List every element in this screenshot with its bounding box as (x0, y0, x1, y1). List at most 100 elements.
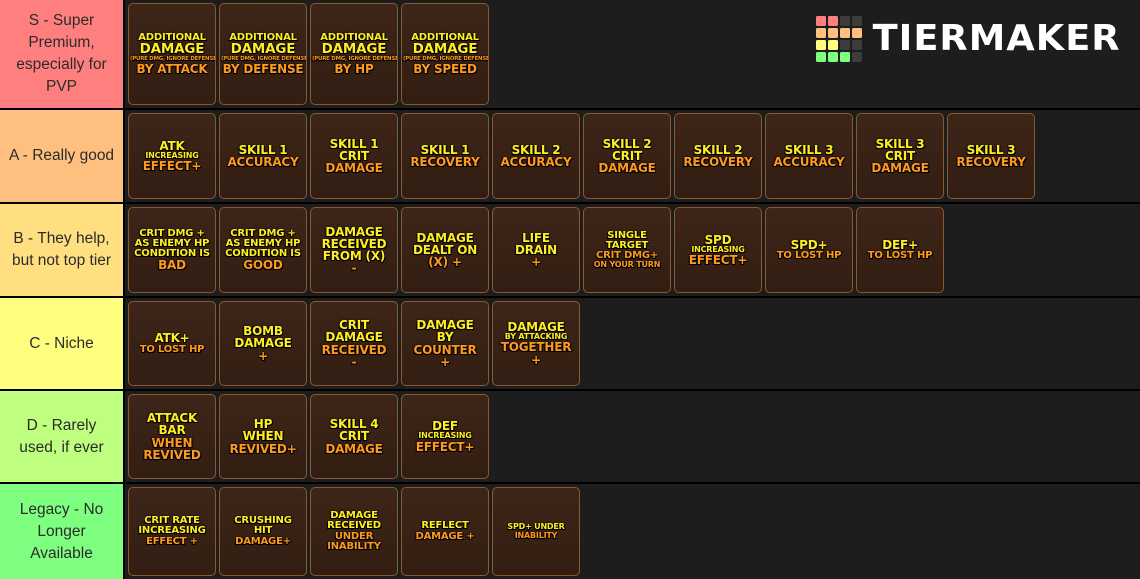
card-line: RECOVERY (410, 155, 480, 169)
card-line: BY (436, 330, 454, 345)
logo-cell-13 (827, 52, 838, 62)
tier-card[interactable]: BOMB DAMAGE + (219, 301, 307, 386)
card-line: RECOVERY (683, 155, 753, 169)
logo-cell-6 (839, 28, 850, 38)
tier-card[interactable]: LIFE DRAIN + (492, 207, 580, 293)
tier-row: C - Niche ATK+ TO LOST HP BOMB DAMAGE + CRIT DA… (0, 298, 1140, 391)
card-line: INABILITY (514, 530, 558, 540)
tier-card[interactable]: CRIT DMG + AS ENEMY HP CONDITION IS BAD (128, 207, 216, 293)
tier-card[interactable]: DAMAGE DEALT ON (X) + (401, 207, 489, 293)
tier-card[interactable]: ADDITIONAL DAMAGE (PURE DMG, IGNORE DEFENS… (219, 3, 307, 105)
tier-card[interactable]: SINGLE TARGET CRIT DMG+ ON YOUR TURN (583, 207, 671, 293)
tier-card[interactable]: SPD+ TO LOST HP (765, 207, 853, 293)
tier-card[interactable]: DAMAGE RECEIVED FROM (X) - (310, 207, 398, 293)
tier-card[interactable]: DEF INCREASING EFFECT+ (401, 394, 489, 479)
card-line: TOGETHER (500, 340, 572, 355)
tier-label[interactable]: B - They help, but not top tier (0, 204, 125, 296)
tier-label[interactable]: C - Niche (0, 298, 125, 389)
card-line: CRIT (339, 429, 369, 444)
card-line: BY SPEED (413, 61, 477, 76)
tier-card[interactable]: SPD+ UNDER INABILITY (492, 487, 580, 576)
card-line: WHEN (242, 429, 284, 444)
card-line: (X) + (428, 255, 462, 270)
tier-card[interactable]: DEF+ TO LOST HP (856, 207, 944, 293)
tier-card[interactable]: ADDITIONAL DAMAGE (PURE DMG, IGNORE DEFENS… (401, 3, 489, 105)
tier-card[interactable]: SKILL 3 ACCURACY (765, 113, 853, 199)
tier-card[interactable]: ATTACK BAR WHEN REVIVED (128, 394, 216, 479)
tier-card[interactable]: SKILL 1 ACCURACY (219, 113, 307, 199)
tier-card[interactable]: ATK INCREASING EFFECT+ (128, 113, 216, 199)
logo-cell-14 (839, 52, 850, 62)
card-line: DAMAGE (325, 161, 383, 176)
tier-card[interactable]: ATK+ TO LOST HP (128, 301, 216, 386)
tier-label[interactable]: A - Really good (0, 110, 125, 202)
tier-card[interactable]: REFLECT DAMAGE + (401, 487, 489, 576)
card-line: EFFECT+ (688, 253, 748, 268)
tier-card[interactable]: CRIT DAMAGE RECEIVED - (310, 301, 398, 386)
logo-cell-12 (815, 52, 826, 62)
card-line: + (258, 348, 268, 363)
tier-items-container: CRIT RATE INCREASING EFFECT + CRUSHING HIT DA… (125, 484, 1140, 579)
tier-card[interactable]: DAMAGE BY COUNTER + (401, 301, 489, 386)
tier-row: A - Really good ATK INCREASING EFFECT+ SKILL… (0, 110, 1140, 204)
tiermaker-logo-grid (815, 16, 862, 62)
tier-card[interactable]: SKILL 3 RECOVERY (947, 113, 1035, 199)
card-line: ACCURACY (500, 155, 572, 169)
card-line: TO LOST HP (867, 250, 933, 262)
tier-items-container: ATK+ TO LOST HP BOMB DAMAGE + CRIT DAMAGE RECEI… (125, 298, 1140, 389)
logo-cell-2 (839, 16, 850, 26)
tier-card[interactable]: DAMAGE RECEIVED UNDER INABILITY (310, 487, 398, 576)
tier-card[interactable]: CRIT RATE INCREASING EFFECT + (128, 487, 216, 576)
tiermaker-logo: TIERMAKER (815, 16, 1121, 62)
logo-cell-11 (851, 40, 862, 50)
tier-card[interactable]: SPD INCREASING EFFECT+ (674, 207, 762, 293)
tiermaker-logo-text: TIERMAKER (872, 18, 1121, 59)
tier-items-container: ATK INCREASING EFFECT+ SKILL 1 ACCURACY SKILL… (125, 110, 1140, 202)
tier-card[interactable]: SKILL 3 CRIT DAMAGE (856, 113, 944, 199)
logo-cell-4 (815, 28, 826, 38)
card-line: DAMAGE (325, 330, 383, 345)
tier-label[interactable]: S - Super Premium, especially for PVP (0, 0, 125, 108)
card-line: - (351, 354, 357, 369)
card-line: COUNTER (413, 342, 477, 357)
tier-card[interactable]: SKILL 1 RECOVERY (401, 113, 489, 199)
card-line: - (351, 261, 357, 276)
tier-card[interactable]: SKILL 2 ACCURACY (492, 113, 580, 199)
card-line: DAMAGE (871, 161, 929, 176)
card-line: BY HP (334, 61, 374, 76)
tier-label[interactable]: Legacy - No Longer Available (0, 484, 125, 579)
tier-label[interactable]: D - Rarely used, if ever (0, 391, 125, 482)
tier-card[interactable]: ADDITIONAL DAMAGE (PURE DMG, IGNORE DEFENS… (128, 3, 216, 105)
tier-card[interactable]: ADDITIONAL DAMAGE (PURE DMG, IGNORE DEFENS… (310, 3, 398, 105)
card-line: EFFECT+ (415, 439, 475, 454)
tier-card[interactable]: SKILL 4 CRIT DAMAGE (310, 394, 398, 479)
card-line: DAMAGE+ (235, 535, 291, 547)
card-line: BAR (158, 423, 186, 438)
logo-cell-0 (815, 16, 826, 26)
card-line: REVIVED+ (229, 441, 297, 456)
card-line: WHEN (151, 435, 193, 450)
tier-card[interactable]: SKILL 2 CRIT DAMAGE (583, 113, 671, 199)
card-line: + (531, 352, 541, 367)
card-line: BY ATTACK (136, 61, 208, 76)
tier-card[interactable]: HP WHEN REVIVED+ (219, 394, 307, 479)
tier-row: B - They help, but not top tier CRIT DMG … (0, 204, 1140, 298)
logo-cell-9 (827, 40, 838, 50)
logo-cell-5 (827, 28, 838, 38)
tier-card[interactable]: SKILL 2 RECOVERY (674, 113, 762, 199)
card-line: DAMAGE (325, 224, 383, 239)
tier-list-board: TIERMAKER S - Super Premium, especially … (0, 0, 1140, 579)
tier-card[interactable]: SKILL 1 CRIT DAMAGE (310, 113, 398, 199)
card-line: ATK+ (154, 331, 190, 346)
card-line: RECOVERY (956, 155, 1026, 169)
logo-cell-15 (851, 52, 862, 62)
tier-card[interactable]: CRUSHING HIT DAMAGE+ (219, 487, 307, 576)
card-line: EFFECT+ (142, 159, 202, 174)
logo-cell-3 (851, 16, 862, 26)
tier-card[interactable]: CRIT DMG + AS ENEMY HP CONDITION IS GOOD (219, 207, 307, 293)
tier-items-container: ATTACK BAR WHEN REVIVED HP WHEN REVIVED+ SKILL … (125, 391, 1140, 482)
logo-cell-7 (851, 28, 862, 38)
card-line: DAMAGE (325, 441, 383, 456)
tier-card[interactable]: DAMAGE BY ATTACKING TOGETHER + (492, 301, 580, 386)
card-line: ACCURACY (227, 155, 299, 169)
